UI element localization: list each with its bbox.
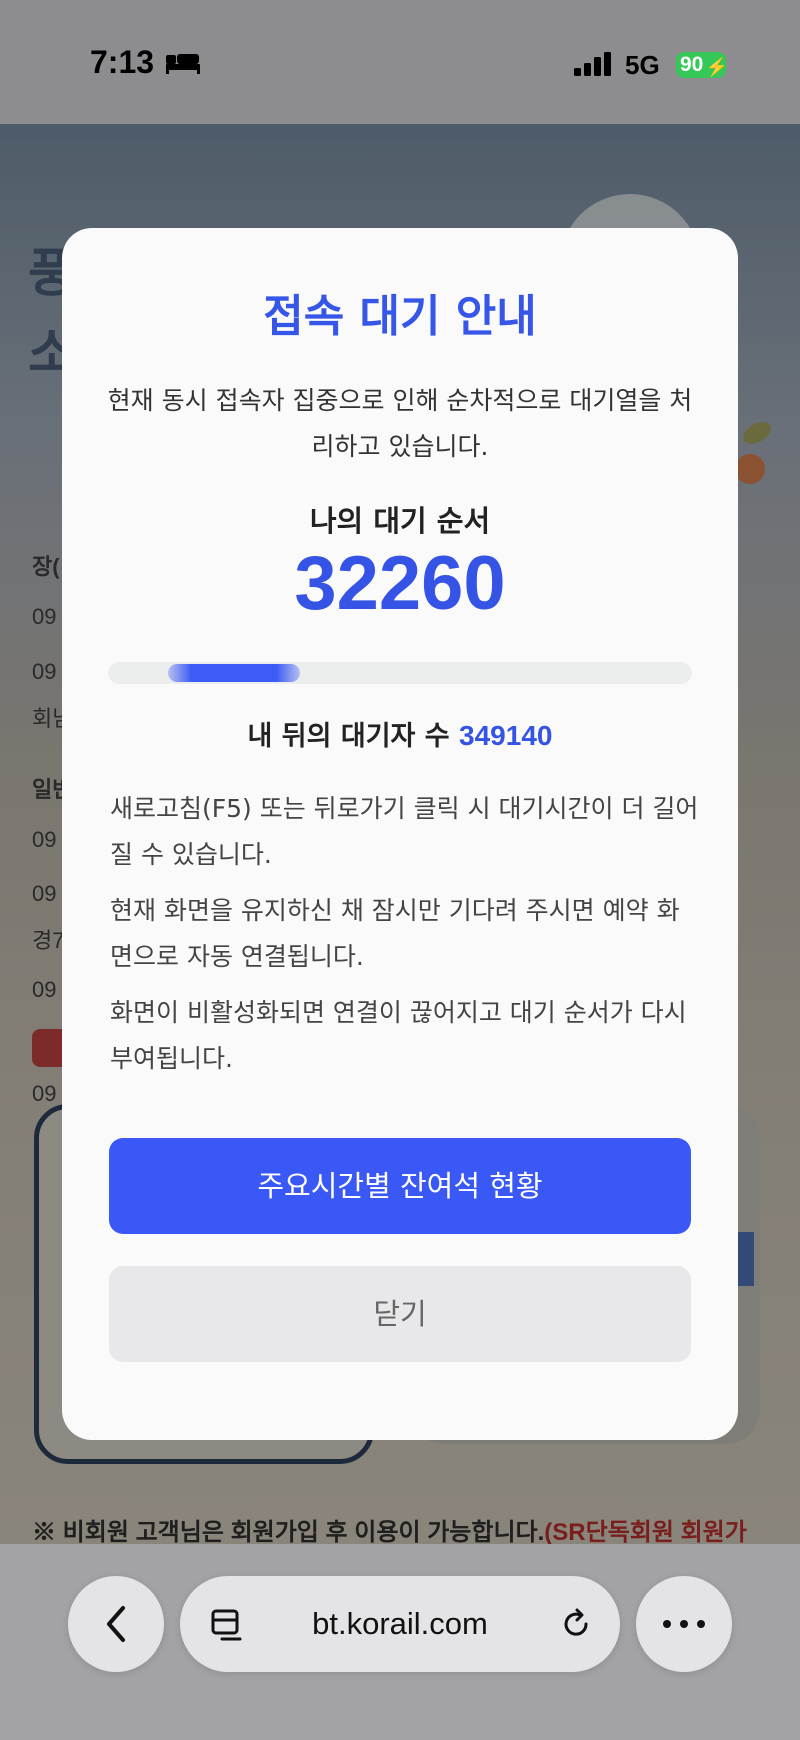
auto-connect-notice: 현재 화면을 유지하신 채 잠시만 기다려 주시면 예약 화면으로 자동 연결됩…	[110, 896, 680, 971]
list-item: 09	[32, 881, 57, 906]
queue-number: 32260	[294, 541, 506, 626]
back-button[interactable]	[68, 1576, 164, 1672]
list-item: 09	[32, 1081, 57, 1106]
leaf-decoration	[739, 417, 775, 449]
battery-level: 90	[680, 53, 704, 76]
network-label: 5G	[625, 50, 660, 80]
reload-icon[interactable]	[558, 1606, 594, 1642]
member-notice: ※ 비회원 고객님은 회원가입 후 이용이 가능합니다.(SR단독회원 회원가	[32, 1519, 747, 1544]
list-item: 09	[32, 659, 57, 684]
list-item: 09	[32, 977, 57, 1002]
waiting-behind-row: 내 뒤의 대기자 수 349140	[62, 714, 738, 753]
list-item: 경7	[32, 928, 65, 953]
queue-progress-bar	[108, 662, 692, 684]
back-icon	[107, 1606, 125, 1642]
signal-icon	[574, 52, 611, 76]
close-button[interactable]: 닫기	[109, 1266, 691, 1362]
list-item: 장(	[32, 554, 60, 579]
waiting-behind-label: 내 뒤의 대기자 수	[247, 721, 450, 752]
more-button[interactable]	[636, 1576, 732, 1672]
status-time: 7:13	[90, 44, 155, 80]
charging-bolt-icon: ⚡	[705, 57, 728, 77]
seat-status-button[interactable]: 주요시간별 잔여석 현황	[109, 1138, 691, 1234]
list-item: 09	[32, 827, 57, 852]
inactive-notice: 화면이 비활성화되면 연결이 끊어지고 대기 순서가 다시 부여됩니다.	[110, 998, 687, 1073]
waiting-behind-count: 349140	[459, 720, 553, 751]
status-bar: 7:13 5G 90 ⚡	[0, 0, 800, 124]
list-item: 09	[32, 604, 57, 629]
queue-modal: 접속 대기 안내 현재 동시 접속자 집중으로 인해 순차적으로 대기열을 처리…	[62, 228, 738, 1440]
tabs-icon[interactable]	[210, 1608, 244, 1642]
browser-toolbar: bt.korail.com	[0, 1544, 800, 1740]
queue-label: 나의 대기 순서	[309, 504, 491, 538]
url-text[interactable]: bt.korail.com	[180, 1576, 620, 1672]
queue-progress-fill	[168, 664, 300, 682]
address-bar[interactable]: bt.korail.com	[180, 1576, 620, 1672]
battery-icon: 90 ⚡	[676, 52, 728, 78]
more-icon	[663, 1620, 705, 1628]
persimmon-decoration	[735, 454, 765, 484]
modal-description: 현재 동시 접속자 집중으로 인해 순차적으로 대기열을 처리하고 있습니다.	[107, 386, 693, 461]
modal-title: 접속 대기 안내	[263, 291, 537, 342]
bed-icon	[166, 54, 200, 74]
refresh-notice: 새로고침(F5) 또는 뒤로가기 클릭 시 대기시간이 더 길어질 수 있습니다…	[110, 794, 699, 869]
